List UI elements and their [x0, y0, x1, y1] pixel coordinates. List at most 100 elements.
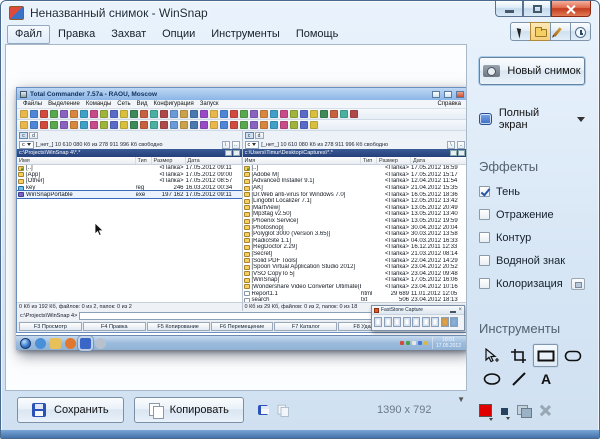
fkey-button-5[interactable]: F7 Каталог [274, 322, 337, 331]
tc-toolbar-icon[interactable] [250, 110, 258, 118]
file-row[interactable]: [Wondershare Video Converter Ultimate(Bu… [243, 284, 468, 291]
line-width-button[interactable] [501, 408, 508, 415]
file-row[interactable]: [AK]<Папка>21.04.2012 15:35 [243, 185, 468, 192]
column-header-тип[interactable]: Тип [361, 157, 377, 164]
tc-toolbar-icon[interactable] [110, 121, 118, 129]
tc-toolbar-icon[interactable] [180, 121, 188, 129]
fkey-button-3[interactable]: F5 Копирование [147, 322, 210, 331]
tc-toolbar-icon[interactable] [130, 121, 138, 129]
file-row[interactable]: [Polyglot 3000 (Version 3.65)]<Папка>30.… [243, 231, 468, 238]
tc-menu-7[interactable]: Запуск [197, 101, 222, 107]
path-favorites-button[interactable] [225, 150, 232, 156]
path-history-button[interactable] [233, 150, 240, 156]
parent-dir-button[interactable]: .. [457, 141, 465, 149]
capture-fullscreen-icon[interactable] [403, 317, 411, 327]
ellipse-tool-button[interactable] [479, 367, 504, 390]
tc-menu-3[interactable]: Команды [83, 101, 114, 107]
taskbar-media-icon[interactable] [65, 338, 76, 349]
tc-toolbar-icon[interactable] [140, 110, 148, 118]
capture-cursor-button[interactable] [510, 22, 531, 41]
file-row[interactable]: [Spoon Virtual Application Studio 2012]<… [243, 264, 468, 271]
effect-row[interactable]: Водяной знак [479, 249, 585, 272]
tc-toolbar-icon[interactable] [280, 121, 288, 129]
tc-toolbar-icon[interactable] [60, 110, 68, 118]
fkey-button-4[interactable]: F6 Перемещение [211, 322, 274, 331]
effect-checkbox[interactable] [479, 278, 490, 289]
tc-left-file-list[interactable]: [..]<Папка>17.05.2012 09:11[App]<Папка>1… [17, 165, 242, 302]
tc-toolbar-icon[interactable] [70, 110, 78, 118]
tc-toolbar-icon[interactable] [230, 121, 238, 129]
file-row[interactable]: [Advanced Installer 9.1]<Папка>12.04.201… [243, 178, 468, 185]
drive-button-c[interactable]: c [19, 132, 28, 139]
file-row[interactable]: [RadioSite 1.1]<Папка>04.03.2012 16:33 [243, 238, 468, 245]
tc-right-path-bar[interactable]: c:\Users\Timur\Desktop\Captures\*.* [243, 149, 468, 157]
column-header-дата[interactable]: Дата [186, 157, 242, 164]
tc-toolbar-icon[interactable] [170, 110, 178, 118]
tc-toolbar-icon[interactable] [350, 110, 358, 118]
tc-toolbar-icon[interactable] [230, 110, 238, 118]
taskbar-totalcmd-icon[interactable] [80, 338, 91, 349]
effect-checkbox[interactable] [479, 255, 490, 266]
rectangle-tool-button[interactable] [533, 344, 558, 367]
tc-toolbar-icon[interactable] [260, 121, 268, 129]
fkey-button-1[interactable]: F3 Просмотр [19, 322, 82, 331]
delete-annotation-button[interactable] [539, 404, 551, 416]
tc-toolbar-icon[interactable] [200, 110, 208, 118]
effect-checkbox[interactable] [479, 232, 490, 243]
tc-right-file-list[interactable]: [..]<Папка>17.05.2012 16:59[Adobe M]<Пап… [243, 165, 468, 302]
tc-toolbar-icon[interactable] [340, 110, 348, 118]
tc-menu-6[interactable]: Конфигурация [151, 101, 197, 107]
tray-icon-4[interactable] [418, 341, 422, 345]
tc-toolbar-icon[interactable] [310, 121, 318, 129]
line-tool-button[interactable] [506, 367, 531, 390]
crop-tool-button[interactable] [506, 344, 531, 367]
parent-dir-button[interactable]: .. [232, 141, 240, 149]
root-dir-button[interactable]: \ [447, 141, 455, 149]
tc-toolbar-icon[interactable] [300, 110, 308, 118]
tc-left-path-bar[interactable]: c:\Projects\WinSnap 4\*.* [17, 149, 242, 157]
screenshot-preview[interactable]: Total Commander 7.57a - RAOU, Moscow Фай… [16, 87, 467, 350]
tc-toolbar-icon[interactable] [140, 121, 148, 129]
capture-scrolling-icon[interactable] [412, 317, 420, 327]
settings-icon[interactable] [441, 317, 449, 327]
file-row[interactable]: [Adobe M]<Папка>17.05.2012 15:17 [243, 172, 468, 179]
tc-toolbar-icon[interactable] [130, 110, 138, 118]
tc-toolbar-icon[interactable] [80, 121, 88, 129]
select-tool-button[interactable] [479, 344, 504, 367]
menu-1[interactable]: Файл [7, 25, 50, 44]
effect-row[interactable]: Тень [479, 180, 585, 203]
column-header-размер[interactable]: Размер [152, 157, 186, 164]
color-swatch-button[interactable] [479, 404, 492, 417]
tc-toolbar-icon[interactable] [270, 121, 278, 129]
effect-row[interactable]: Контур [479, 226, 585, 249]
new-snapshot-button[interactable]: Новый снимок [479, 57, 585, 85]
column-header-имя[interactable]: Имя [17, 157, 136, 164]
tc-toolbar-icon[interactable] [50, 110, 58, 118]
file-row[interactable]: [Mp3tag v2.50]<Папка>13.05.2012 13:40 [243, 211, 468, 218]
tray-icon-5[interactable] [424, 341, 428, 345]
titlebar[interactable]: Неназванный снимок - WinSnap [1, 1, 599, 25]
tc-toolbar-icon[interactable] [50, 121, 58, 129]
file-row[interactable]: WinSnapPortableexe197 16217.05.2012 09:1… [17, 191, 242, 198]
file-row[interactable]: [Other]<Папка>17.05.2012 08:57 [17, 178, 242, 185]
tc-toolbar-icon[interactable] [80, 110, 88, 118]
tc-toolbar-icon[interactable] [270, 110, 278, 118]
taskbar-explorer-icon[interactable] [50, 338, 61, 349]
arrange-button[interactable] [517, 405, 530, 416]
save-button[interactable]: Сохранить [17, 397, 124, 423]
tc-toolbar-icon[interactable] [320, 110, 328, 118]
tc-toolbar-icon[interactable] [330, 110, 338, 118]
capture-mode-dropdown[interactable]: Полный экран [479, 107, 585, 131]
file-row[interactable]: [Solid PDF Tools]<Папка>22.04.2012 14:29 [243, 257, 468, 264]
effect-row[interactable]: Отражение [479, 203, 585, 226]
menu-5[interactable]: Инструменты [203, 25, 288, 44]
tc-toolbar-icon[interactable] [30, 110, 38, 118]
capture-fixed-icon[interactable] [422, 317, 430, 327]
drive-button-c[interactable]: c [245, 132, 254, 139]
root-dir-button[interactable]: \ [222, 141, 230, 149]
tc-toolbar-icon[interactable] [190, 121, 198, 129]
tc-left-drive-combo[interactable]: c [19, 141, 34, 149]
tc-toolbar-icon[interactable] [30, 121, 38, 129]
tc-toolbar-icon[interactable] [190, 110, 198, 118]
open-folder-button[interactable] [530, 22, 551, 41]
